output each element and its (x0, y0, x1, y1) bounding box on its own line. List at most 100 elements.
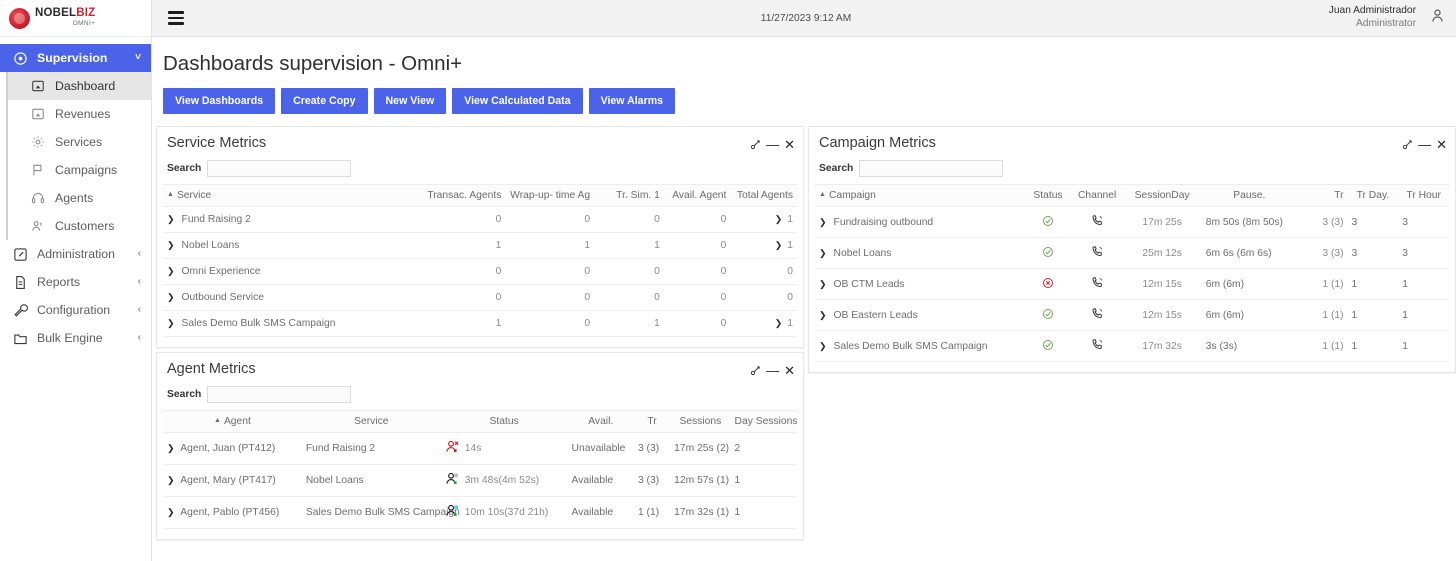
table-row[interactable]: ❯ Outbound Service 0 0 0 0 0 (163, 284, 797, 311)
cell-service[interactable]: ❯ Nobel Loans (163, 232, 417, 259)
status-ok-icon (1042, 246, 1054, 261)
sidebar-item-reports[interactable]: Reports ‹ (0, 268, 151, 296)
cell-campaign[interactable]: ❯ OB CTM Leads (815, 268, 1025, 300)
cell-campaign[interactable]: ❯ Sales Demo Bulk SMS Campaign (815, 330, 1025, 362)
table-row[interactable]: ❯ Omni Experience 0 0 0 0 0 (163, 258, 797, 285)
col-tr-sim[interactable]: Tr. Sim. 1 (594, 184, 664, 207)
table-row[interactable]: ❯ Sales Demo Bulk SMS Campaign 17m 32s 3s… (815, 330, 1449, 362)
table-row[interactable]: ❯ Fund Raising 2 0 0 0 0 ❯ 1 (163, 206, 797, 233)
cell-service[interactable]: ❯ Omni Experience (163, 258, 417, 285)
cell-total-agents[interactable]: ❯ 1 (730, 206, 797, 233)
col-session-day[interactable]: SessionDay (1122, 184, 1202, 207)
link-icon[interactable] (1402, 139, 1413, 150)
table-row[interactable]: ❯ Agent, Mary (PT417) Nobel Loans 3m 48s… (163, 464, 797, 497)
table-row[interactable]: ❯ OB Eastern Leads 12m 15s 6m (6m) 1 (1) … (815, 299, 1449, 331)
cell-service[interactable]: ❯ Sales Demo Bulk SMS Campaign (163, 310, 417, 337)
link-icon[interactable] (750, 139, 761, 150)
col-agent[interactable]: ▲ Agent (163, 410, 302, 433)
user-menu[interactable]: Juan Administrador Administrator (1329, 5, 1446, 31)
col-status[interactable]: Status (1024, 184, 1072, 207)
close-icon[interactable]: ✕ (784, 364, 795, 377)
user-icon[interactable] (1429, 7, 1446, 29)
col-pause[interactable]: Pause. (1201, 184, 1297, 207)
close-icon[interactable]: ✕ (784, 138, 795, 151)
expand-chevron-icon[interactable]: ❯ (775, 214, 783, 224)
cell-campaign[interactable]: ❯ Fundraising outbound (815, 206, 1025, 238)
table-row[interactable]: ❯ Sales Demo Bulk SMS Campaign 1 0 1 0 ❯ 1 (163, 310, 797, 337)
sidebar-item-revenues[interactable]: Revenues (8, 100, 151, 128)
new-view-button[interactable]: New View (373, 88, 447, 114)
sidebar-item-dashboard[interactable]: Dashboard (8, 72, 151, 100)
sidebar-item-configuration[interactable]: Configuration ‹ (0, 296, 151, 324)
expand-chevron-icon[interactable]: ❯ (775, 240, 783, 250)
minimize-icon[interactable]: — (1418, 138, 1431, 151)
cell-service[interactable]: ❯ Outbound Service (163, 284, 417, 311)
table-row[interactable]: ❯ Agent, Juan (PT412) Fund Raising 2 14s (163, 432, 797, 465)
sidebar-item-bulk-engine[interactable]: Bulk Engine ‹ (0, 324, 151, 352)
campaign-search-input[interactable] (859, 160, 1004, 177)
minimize-icon[interactable]: — (766, 364, 779, 377)
cell-campaign[interactable]: ❯ OB Eastern Leads (815, 299, 1025, 331)
expand-chevron-icon[interactable]: ❯ (819, 310, 827, 321)
cell-service[interactable]: ❯ Fund Raising 2 (163, 206, 417, 233)
col-tr[interactable]: Tr (633, 410, 671, 433)
col-service[interactable]: Service (301, 410, 441, 433)
col-day-sessions[interactable]: Day Sessions (730, 410, 798, 433)
collapse-chevron-icon[interactable]: ❯ (167, 475, 175, 486)
cell-campaign[interactable]: ❯ Nobel Loans (815, 237, 1025, 269)
expand-chevron-icon[interactable]: ❯ (819, 279, 827, 290)
hamburger-icon[interactable] (168, 11, 184, 25)
campaign-name: Fundraising outbound (833, 216, 934, 228)
cell-agent[interactable]: ❯ Agent, Juan (PT412) (163, 432, 302, 465)
sidebar-item-customers[interactable]: Customers (8, 212, 151, 240)
table-row[interactable]: ❯ Nobel Loans 25m 12s 6m 6s (6m 6s) 3 (3)… (815, 237, 1449, 269)
expand-chevron-icon[interactable]: ❯ (167, 214, 175, 225)
col-status[interactable]: Status (440, 410, 568, 433)
view-alarms-button[interactable]: View Alarms (588, 88, 676, 114)
col-sessions[interactable]: Sessions (670, 410, 731, 433)
cell-total-agents[interactable]: ❯ 1 (730, 232, 797, 259)
expand-chevron-icon[interactable]: ❯ (819, 217, 827, 228)
service-search-input[interactable] (207, 160, 352, 177)
close-icon[interactable]: ✕ (1436, 138, 1447, 151)
col-tr-hour[interactable]: Tr Hour (1398, 184, 1449, 207)
expand-chevron-icon[interactable]: ❯ (819, 341, 827, 352)
col-transac-agents[interactable]: Transac. Agents (416, 184, 506, 207)
cell-agent[interactable]: ❯ Agent, Pablo (PT456) (163, 496, 302, 529)
sidebar-item-campaigns[interactable]: Campaigns (8, 156, 151, 184)
expand-chevron-icon[interactable]: ❯ (167, 292, 175, 303)
link-icon[interactable] (750, 365, 761, 376)
expand-chevron-icon[interactable]: ❯ (167, 240, 175, 251)
sidebar-item-services[interactable]: Services (8, 128, 151, 156)
col-service[interactable]: ▲ Service (163, 184, 417, 207)
expand-chevron-icon[interactable]: ❯ (167, 266, 175, 277)
collapse-chevron-icon[interactable]: ❯ (167, 507, 175, 518)
table-row[interactable]: ❯ Agent, Pablo (PT456) Sales Demo Bulk S… (163, 496, 797, 529)
table-row[interactable]: ❯ OB CTM Leads 12m 15s 6m (6m) 1 (1) 1 1 (815, 268, 1449, 300)
table-row[interactable]: ❯ Nobel Loans 1 1 1 0 ❯ 1 (163, 232, 797, 259)
sidebar-item-administration[interactable]: Administration ‹ (0, 240, 151, 268)
expand-chevron-icon[interactable]: ❯ (167, 318, 175, 329)
expand-chevron-icon[interactable]: ❯ (819, 248, 827, 259)
collapse-chevron-icon[interactable]: ❯ (167, 443, 175, 454)
create-copy-button[interactable]: Create Copy (281, 88, 368, 114)
col-tr[interactable]: Tr (1296, 184, 1348, 207)
sidebar-item-agents[interactable]: Agents (8, 184, 151, 212)
col-avail[interactable]: Avail. (567, 410, 634, 433)
view-calculated-data-button[interactable]: View Calculated Data (452, 88, 583, 114)
view-dashboards-button[interactable]: View Dashboards (163, 88, 276, 114)
sidebar-item-supervision[interactable]: Supervision ˅ (0, 44, 151, 72)
col-total-agents[interactable]: Total Agents (730, 184, 797, 207)
col-tr-day[interactable]: Tr Day. (1347, 184, 1399, 207)
cell-total-agents[interactable]: ❯ 1 (730, 310, 797, 337)
col-channel[interactable]: Channel (1071, 184, 1123, 207)
minimize-icon[interactable]: — (766, 138, 779, 151)
expand-chevron-icon[interactable]: ❯ (775, 318, 783, 328)
agent-search-input[interactable] (207, 386, 352, 403)
table-row[interactable]: ❯ Fundraising outbound 17m 25s 8m 50s (8m… (815, 206, 1449, 238)
col-wrapup-time[interactable]: Wrap-up- time Ag (505, 184, 595, 207)
col-campaign[interactable]: ▲ Campaign (815, 184, 1025, 207)
cell-agent[interactable]: ❯ Agent, Mary (PT417) (163, 464, 302, 497)
brand-logo[interactable]: NOBELBIZ OMNI+ (0, 0, 151, 37)
col-avail-agent[interactable]: Avail. Agent (663, 184, 731, 207)
